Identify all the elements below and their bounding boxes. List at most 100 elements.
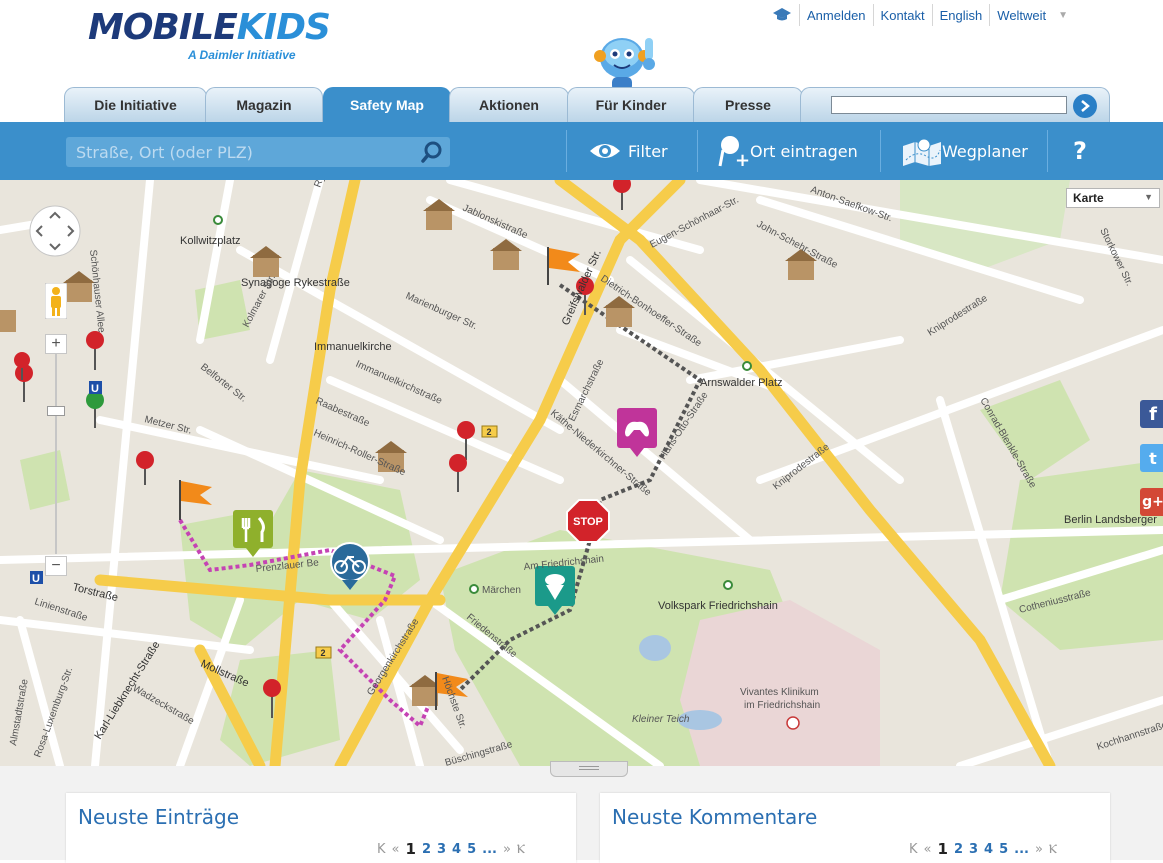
map-canvas[interactable]: STOP 2 2 U U Kollwitzplatz Synagoge Ryke… [0,180,1163,766]
nav-separator [872,4,874,26]
road-number-badge: 2 [320,648,325,658]
login-link[interactable]: Anmelden [807,8,866,23]
robot-mascot-icon [594,38,655,91]
park-poi-icon [723,580,733,590]
zoom-in-button[interactable]: + [45,334,67,354]
pagination-ellipsis: ... [1014,841,1029,857]
next-page-button[interactable]: » [503,842,511,857]
map-label: Märchen [482,585,521,596]
route-planner-label: Wegplaner [942,141,1028,161]
site-header: MOBILEKIDS A Daimler Initiative Anmelden… [0,0,1163,122]
page-link[interactable]: 4 [984,842,993,857]
tab-magazin[interactable]: Magazin [205,87,323,122]
toolbar-separator [697,130,698,172]
route-planner-button[interactable]: Wegplaner [902,122,1028,180]
map-label: im Friedrichshain [744,700,820,711]
prev-page-button[interactable]: « [392,842,400,857]
next-page-button[interactable]: » [1035,842,1043,857]
toolbar-separator [1047,130,1048,172]
zoom-slider-handle[interactable] [47,406,65,416]
map-label: Linienstraße [33,596,89,624]
hospital-icon [786,716,800,730]
last-page-button[interactable]: Ⲕ [517,842,525,857]
map-label: Arnswalder Platz [700,377,783,389]
site-search-input[interactable] [831,96,1067,114]
map-type-value: Karte [1073,191,1104,205]
nav-separator [989,4,991,26]
nav-separator [931,4,933,26]
add-place-button[interactable]: + Ort eintragen [718,122,858,180]
map-collapse-handle[interactable] [550,761,628,777]
zoom-slider-track[interactable] [55,354,57,554]
folded-map-icon [903,138,941,166]
park-poi-icon [469,584,479,594]
map-label: Kochhannstraße [1096,720,1163,753]
map-label: Kleiner Teich [632,714,690,725]
chevron-down-icon[interactable]: ▼ [1058,10,1068,21]
page-link[interactable]: 5 [467,842,476,857]
zoom-control: + − [45,334,67,576]
site-search-bar [800,87,1110,122]
filter-button[interactable]: Filter [588,122,668,180]
page-link[interactable]: 1 [406,840,416,858]
add-location-pin-icon: + [718,136,750,168]
latest-comments-panel: Neuste Kommentare K « 1 2 3 4 5 ... » Ⲕ [600,793,1110,863]
mobilekids-logo[interactable]: MOBILEKIDS A Daimler Initiative [88,7,331,63]
pegman-street-view-icon[interactable] [45,283,67,319]
worldwide-dropdown[interactable]: Weltweit [997,8,1046,23]
park-poi-icon [742,361,752,371]
tab-safety-map[interactable]: Safety Map [323,87,451,122]
map-label: Almstadtstraße [8,678,31,747]
map-label: Immanuelkirche [314,341,392,353]
logo-text-kids: KIDS [236,7,331,48]
map-label: Kniprodestraße [926,293,990,339]
first-page-button[interactable]: K [377,842,386,857]
map-label: Volkspark Friedrichshain [658,600,778,612]
road-number-badge: 2 [486,427,491,437]
page-link[interactable]: 3 [969,842,978,857]
tab-fuer-kinder[interactable]: Für Kinder [567,87,695,122]
map-label: Kniprodestraße [771,441,832,492]
game-controller-icon[interactable] [617,408,657,457]
tab-die-initiative[interactable]: Die Initiative [64,87,207,122]
logo-text-mobile: MOBILE [88,7,238,48]
top-navigation: Anmelden Kontakt English Weltweit ▼ [772,4,1068,26]
bottom-panels: Neuste Einträge K « 1 2 3 4 5 ... » Ⲕ Ne… [0,761,1163,863]
map-label: Raabestraße [314,396,372,430]
page-link[interactable]: 2 [422,842,431,857]
contact-link[interactable]: Kontakt [881,8,925,23]
search-submit-button[interactable] [1073,94,1097,118]
page-link[interactable]: 4 [452,842,461,857]
help-button[interactable]: ? [1073,122,1087,180]
map-label: Vivantes Klinikum [740,687,819,698]
map-search-input[interactable] [66,137,406,167]
map-toolbar: Filter + Ort eintragen Wegplaner ? [0,122,1163,180]
add-place-label: Ort eintragen [750,141,858,161]
pagination: K « 1 2 3 4 5 ... » Ⲕ [374,840,528,858]
chevron-down-icon: ▼ [1144,192,1153,202]
map-label: Belforter Str. [198,362,249,405]
page-link[interactable]: 2 [954,842,963,857]
search-icon[interactable] [420,140,444,164]
map-type-dropdown[interactable]: Karte ▼ [1066,188,1160,208]
language-link[interactable]: English [940,8,983,23]
pan-control-icon[interactable] [28,204,82,258]
map-label: Synagoge Rykestraße [241,277,350,289]
tab-aktionen[interactable]: Aktionen [449,87,569,122]
toolbar-separator [566,130,567,172]
twitter-share-button[interactable]: t [1140,444,1163,472]
page-link[interactable]: 3 [437,842,446,857]
map-label: Marienburger Str. [404,291,479,332]
graduation-cap-icon [773,8,791,21]
pagination: K « 1 2 3 4 5 ... » Ⲕ [906,840,1060,858]
facebook-share-button[interactable]: f [1140,400,1163,428]
googleplus-share-button[interactable]: g+ [1140,488,1163,516]
tab-presse[interactable]: Presse [693,87,803,122]
last-page-button[interactable]: Ⲕ [1049,842,1057,857]
page-link[interactable]: 1 [938,840,948,858]
first-page-button[interactable]: K [909,842,918,857]
safety-map[interactable]: STOP 2 2 U U Kollwitzplatz Synagoge Ryke… [0,180,1163,766]
page-link[interactable]: 5 [999,842,1008,857]
zoom-out-button[interactable]: − [45,556,67,576]
prev-page-button[interactable]: « [924,842,932,857]
